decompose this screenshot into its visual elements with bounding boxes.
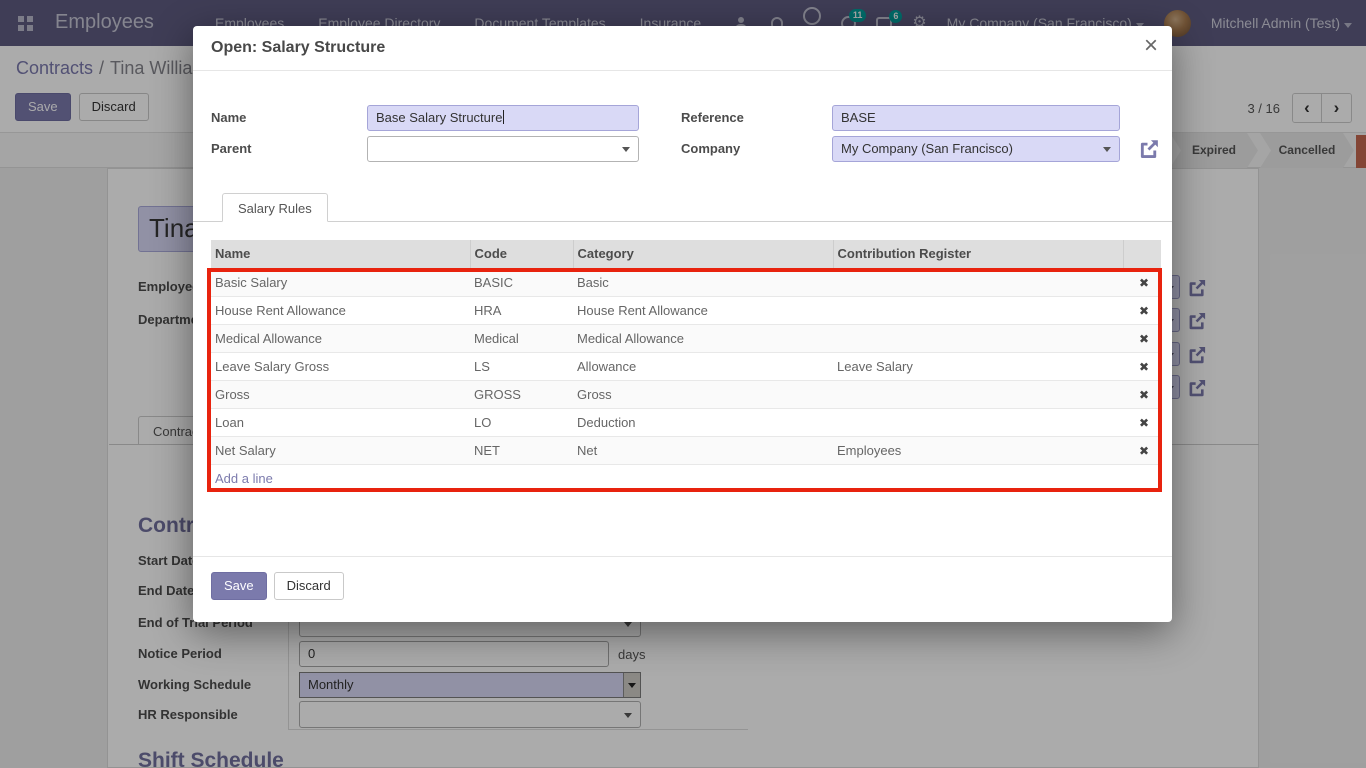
delete-row-icon[interactable]: ✖ bbox=[1139, 304, 1149, 318]
name-label: Name bbox=[211, 110, 246, 125]
table-row-add: Add a line bbox=[211, 464, 1161, 492]
cell-code[interactable]: LO bbox=[470, 408, 573, 436]
tab-salary-rules[interactable]: Salary Rules bbox=[222, 193, 328, 222]
table-row: Net Salary NET Net Employees ✖ bbox=[211, 436, 1161, 464]
cell-category[interactable]: Deduction bbox=[573, 408, 833, 436]
cell-code[interactable]: HRA bbox=[470, 296, 573, 324]
cell-register[interactable] bbox=[833, 380, 1123, 408]
cell-register[interactable] bbox=[833, 408, 1123, 436]
column-header-contribution-register[interactable]: Contribution Register bbox=[833, 240, 1123, 268]
add-a-line-link[interactable]: Add a line bbox=[215, 471, 273, 486]
cell-code[interactable]: Medical bbox=[470, 324, 573, 352]
table-row: Loan LO Deduction ✖ bbox=[211, 408, 1161, 436]
table-row: Gross GROSS Gross ✖ bbox=[211, 380, 1161, 408]
cell-register[interactable] bbox=[833, 324, 1123, 352]
cell-code[interactable]: BASIC bbox=[470, 268, 573, 296]
cell-name[interactable]: Medical Allowance bbox=[211, 324, 470, 352]
table-row: Basic Salary BASIC Basic ✖ bbox=[211, 268, 1161, 296]
reference-label: Reference bbox=[681, 110, 744, 125]
column-header-code[interactable]: Code bbox=[470, 240, 573, 268]
delete-row-icon[interactable]: ✖ bbox=[1139, 388, 1149, 402]
delete-row-icon[interactable]: ✖ bbox=[1139, 332, 1149, 346]
modal-header-divider bbox=[193, 70, 1172, 71]
modal-save-button[interactable]: Save bbox=[211, 572, 267, 600]
parent-combo[interactable] bbox=[367, 136, 639, 162]
cell-category[interactable]: Net bbox=[573, 436, 833, 464]
table-row: Leave Salary Gross LS Allowance Leave Sa… bbox=[211, 352, 1161, 380]
chevron-down-icon bbox=[622, 147, 630, 152]
cell-code[interactable]: NET bbox=[470, 436, 573, 464]
cell-category[interactable]: Medical Allowance bbox=[573, 324, 833, 352]
modal-discard-button[interactable]: Discard bbox=[274, 572, 344, 600]
company-label: Company bbox=[681, 141, 740, 156]
modal-footer-divider bbox=[193, 556, 1172, 557]
cell-register[interactable]: Employees bbox=[833, 436, 1123, 464]
cell-category[interactable]: Allowance bbox=[573, 352, 833, 380]
modal-title: Open: Salary Structure bbox=[211, 39, 385, 57]
delete-row-icon[interactable]: ✖ bbox=[1139, 360, 1149, 374]
cell-name[interactable]: House Rent Allowance bbox=[211, 296, 470, 324]
delete-row-icon[interactable]: ✖ bbox=[1139, 276, 1149, 290]
cell-name[interactable]: Loan bbox=[211, 408, 470, 436]
column-header-category[interactable]: Category bbox=[573, 240, 833, 268]
modal-tabbar-line bbox=[193, 221, 1172, 222]
cell-register[interactable] bbox=[833, 268, 1123, 296]
table-row: Medical Allowance Medical Medical Allowa… bbox=[211, 324, 1161, 352]
cell-register[interactable] bbox=[833, 296, 1123, 324]
cell-name[interactable]: Basic Salary bbox=[211, 268, 470, 296]
cell-register[interactable]: Leave Salary bbox=[833, 352, 1123, 380]
delete-row-icon[interactable]: ✖ bbox=[1139, 444, 1149, 458]
chevron-down-icon bbox=[1103, 147, 1111, 152]
cell-category[interactable]: Basic bbox=[573, 268, 833, 296]
column-header-delete bbox=[1123, 240, 1161, 268]
delete-row-icon[interactable]: ✖ bbox=[1139, 416, 1149, 430]
reference-input[interactable]: BASE bbox=[832, 105, 1120, 131]
salary-structure-modal: Open: Salary Structure × Name Base Salar… bbox=[193, 26, 1172, 622]
parent-label: Parent bbox=[211, 141, 251, 156]
cell-code[interactable]: LS bbox=[470, 352, 573, 380]
external-link-icon[interactable] bbox=[1137, 137, 1161, 164]
cell-category[interactable]: House Rent Allowance bbox=[573, 296, 833, 324]
salary-rules-table: Name Code Category Contribution Register… bbox=[211, 240, 1161, 492]
cell-code[interactable]: GROSS bbox=[470, 380, 573, 408]
company-combo[interactable]: My Company (San Francisco) bbox=[832, 136, 1120, 162]
cell-name[interactable]: Net Salary bbox=[211, 436, 470, 464]
table-header-row: Name Code Category Contribution Register bbox=[211, 240, 1161, 268]
close-icon[interactable]: × bbox=[1144, 32, 1158, 61]
table-row: House Rent Allowance HRA House Rent Allo… bbox=[211, 296, 1161, 324]
name-input[interactable]: Base Salary Structure bbox=[367, 105, 639, 131]
cell-category[interactable]: Gross bbox=[573, 380, 833, 408]
cell-name[interactable]: Gross bbox=[211, 380, 470, 408]
text-cursor bbox=[503, 110, 504, 124]
cell-name[interactable]: Leave Salary Gross bbox=[211, 352, 470, 380]
column-header-name[interactable]: Name bbox=[211, 240, 470, 268]
